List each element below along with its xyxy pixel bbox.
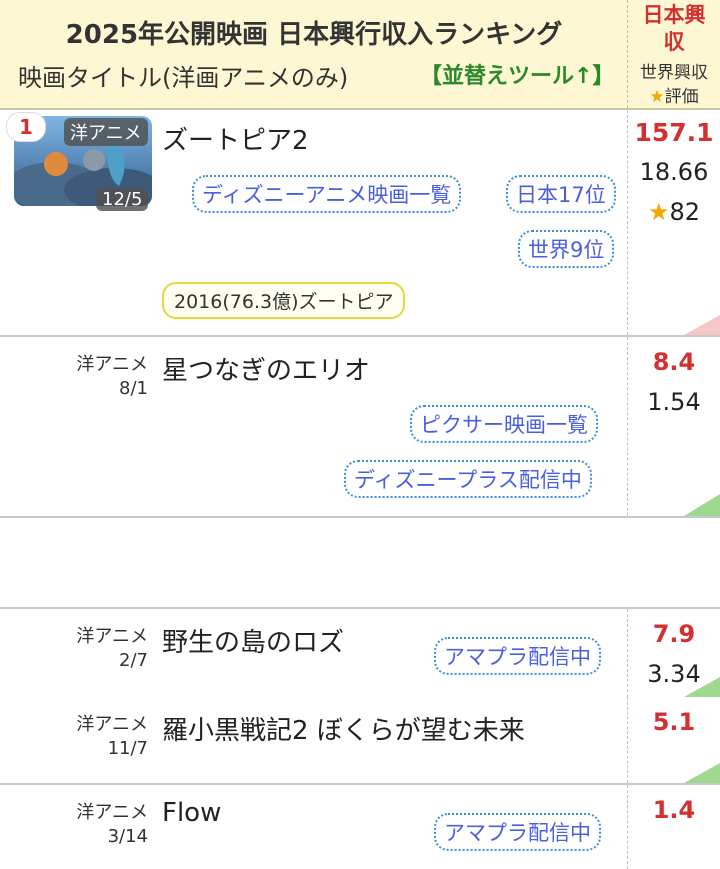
star-icon: ★ (647, 198, 670, 226)
disney-anime-list-link[interactable]: ディズニーアニメ映画一覧 (192, 175, 462, 213)
movie-title[interactable]: ズートピア2 (162, 120, 309, 157)
world-gross-value: 18.66 (639, 158, 709, 186)
rank-badge: 1 (6, 112, 46, 142)
release-date: 2/7 (119, 650, 148, 671)
movie-title[interactable]: Flow (162, 798, 221, 828)
genre-label: 洋アニメ (76, 802, 148, 823)
ranking-page: 2025年公開映画 日本興行収入ランキング 映画タイトル(洋画アニメのみ) 【並… (0, 0, 720, 869)
disney-plus-link[interactable]: ディズニープラス配信中 (344, 460, 592, 498)
column-label-jp-gross: 日本興 収 (628, 2, 720, 56)
trend-corner-down (684, 763, 720, 783)
release-date: 8/1 (119, 378, 148, 399)
star-icon: ★ (649, 87, 665, 107)
trend-corner-up (684, 315, 720, 335)
pixar-list-link[interactable]: ピクサー映画一覧 (410, 405, 598, 443)
trend-corner-down (684, 494, 720, 516)
column-label-world-gross: 世界興収 (640, 63, 708, 83)
movie-title[interactable]: 羅小黒戦記2 ぼくらが望む未来 (162, 710, 525, 747)
release-date-badge: 12/5 (96, 188, 149, 211)
header-right: 日本興 収 世界興収 ★評価 (628, 0, 720, 108)
header-left: 2025年公開映画 日本興行収入ランキング 映画タイトル(洋画アニメのみ) 【並… (0, 0, 628, 108)
jp-gross-value: 5.1 (652, 708, 696, 736)
column-label-jp-line1: 日本興 (642, 3, 706, 27)
genre-label: 洋アニメ (76, 354, 148, 375)
rating-number: 82 (669, 198, 701, 226)
jp-gross-value: 157.1 (634, 118, 714, 147)
movie-title[interactable]: 星つなぎのエリオ (162, 350, 370, 387)
genre-badge: 洋アニメ (64, 118, 148, 146)
genre-label: 洋アニメ (76, 626, 148, 647)
rating-value: ★82 (628, 198, 720, 226)
jp-gross-value: 7.9 (652, 620, 696, 648)
amazon-prime-link[interactable]: アマプラ配信中 (434, 637, 601, 675)
column-label-title: 映画タイトル(洋画アニメのみ) (18, 64, 349, 92)
world-gross-value: 3.34 (647, 660, 701, 688)
release-date: 3/14 (107, 826, 148, 847)
table-header: 2025年公開映画 日本興行収入ランキング 映画タイトル(洋画アニメのみ) 【並… (0, 0, 720, 110)
jp-gross-value: 1.4 (652, 796, 696, 824)
jp-gross-value: 8.4 (652, 348, 696, 376)
release-date: 11/7 (107, 738, 148, 759)
column-label-rating-text: 評価 (664, 87, 699, 107)
previous-film-link[interactable]: 2016(76.3億)ズートピア (162, 282, 406, 319)
sort-tool-link[interactable]: 【並替えツール↑】 (420, 58, 614, 90)
world-rank-link[interactable]: 世界9位 (518, 230, 615, 268)
page-title: 2025年公開映画 日本興行収入ランキング (65, 20, 563, 50)
genre-label: 洋アニメ (76, 714, 148, 735)
column-label-jp-line2: 収 (663, 30, 685, 54)
movie-title[interactable]: 野生の島のロズ (162, 622, 344, 659)
world-gross-value: 1.54 (647, 388, 701, 416)
amazon-prime-link[interactable]: アマプラ配信中 (434, 813, 601, 851)
column-label-rating: ★評価 (628, 82, 720, 107)
japan-rank-link[interactable]: 日本17位 (506, 175, 616, 213)
